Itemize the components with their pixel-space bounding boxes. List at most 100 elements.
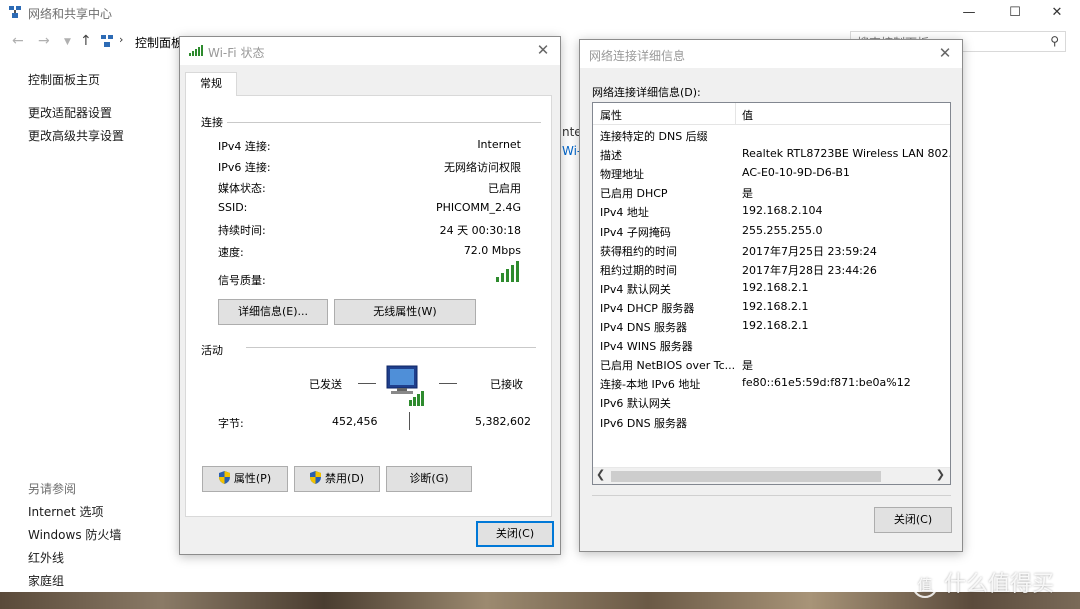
details-row-value: 192.168.2.1 xyxy=(742,299,809,313)
details-row[interactable]: IPv4 DNS 服务器 192.168.2.1 xyxy=(593,317,950,336)
close-icon[interactable]: ✕ xyxy=(936,44,954,62)
details-row[interactable]: IPv4 地址 192.168.2.104 xyxy=(593,202,950,221)
details-row-value: 2017年7月25日 23:59:24 xyxy=(742,244,877,258)
details-row[interactable]: 已启用 NetBIOS over Tc... 是 xyxy=(593,355,950,374)
details-row[interactable]: IPv6 默认网关 xyxy=(593,393,950,412)
media-state-label: 媒体状态: xyxy=(218,182,266,195)
back-arrow-icon[interactable]: ← xyxy=(12,33,24,49)
details-row[interactable]: IPv4 子网掩码 255.255.255.0 xyxy=(593,222,950,241)
close-window-button[interactable]: ✕ xyxy=(1034,0,1080,26)
details-row-property: 已启用 NetBIOS over Tc... xyxy=(600,359,736,373)
horizontal-scrollbar[interactable]: ❮ ❯ xyxy=(593,467,950,484)
details-row-property: IPv4 子网掩码 xyxy=(600,225,671,239)
search-icon[interactable]: ⚲ xyxy=(1050,34,1059,48)
wireless-properties-button[interactable]: 无线属性(W) xyxy=(334,299,476,325)
details-row-property: IPv6 默认网关 xyxy=(600,397,671,411)
column-header-value[interactable]: 值 xyxy=(742,107,753,123)
connection-group-divider xyxy=(201,122,541,123)
sidebar-link-advanced-sharing[interactable]: 更改高级共享设置 xyxy=(28,127,124,144)
details-row-value: fe80::61e5:59d:f871:be0a%12 xyxy=(742,376,911,390)
details-row-value: 是 xyxy=(742,359,753,373)
bytes-received-value: 5,382,602 xyxy=(475,415,531,428)
recent-locations-chevron-icon[interactable]: ▼ xyxy=(64,37,71,47)
dialog-separator xyxy=(592,495,951,496)
properties-button[interactable]: 属性(P) xyxy=(202,466,288,492)
signal-bar xyxy=(511,265,514,282)
see-also-infrared[interactable]: 红外线 xyxy=(28,549,64,566)
details-row[interactable]: 租约过期的时间 2017年7月28日 23:44:26 xyxy=(593,260,950,279)
ipv6-connectivity-value: 无网络访问权限 xyxy=(444,161,521,174)
sidebar-link-control-panel-home[interactable]: 控制面板主页 xyxy=(28,71,100,88)
details-row-value: 192.168.2.104 xyxy=(742,204,823,218)
column-divider[interactable] xyxy=(735,103,736,125)
see-also-windows-firewall[interactable]: Windows 防火墙 xyxy=(28,526,121,543)
sidebar-link-change-adapter[interactable]: 更改适配器设置 xyxy=(28,104,112,121)
details-row[interactable]: 物理地址 AC-E0-10-9D-D6-B1 xyxy=(593,164,950,183)
forward-arrow-icon[interactable]: → xyxy=(38,33,50,49)
details-row[interactable]: 描述 Realtek RTL8723BE Wireless LAN 802.11 xyxy=(593,145,950,164)
details-row-value: 192.168.2.1 xyxy=(742,319,809,332)
breadcrumb[interactable]: 控制面板 xyxy=(135,34,183,51)
up-arrow-icon[interactable]: ↑ xyxy=(80,33,92,49)
details-row-property: IPv6 DNS 服务器 xyxy=(600,416,688,430)
ipv6-connectivity-label: IPv6 连接: xyxy=(218,161,271,174)
signal-quality-label: 信号质量: xyxy=(218,274,266,287)
details-caption: 网络连接详细信息(D): xyxy=(592,86,701,99)
close-button[interactable]: 关闭(C) xyxy=(476,521,554,547)
details-row-property: IPv4 地址 xyxy=(600,206,649,220)
scroll-thumb[interactable] xyxy=(611,471,881,482)
details-row[interactable]: 连接-本地 IPv6 地址 fe80::61e5:59d:f871:be0a%12 xyxy=(593,374,950,393)
bytes-label: 字节: xyxy=(218,417,244,430)
tab-general[interactable]: 常规 xyxy=(185,72,237,96)
ssid-label: SSID: xyxy=(218,201,248,214)
details-row[interactable]: 连接特定的 DNS 后缀 xyxy=(593,126,950,145)
disable-button-label: 禁用(D) xyxy=(324,472,365,485)
address-bar[interactable]: › 控制面板 xyxy=(97,31,185,53)
details-row[interactable]: IPv4 默认网关 192.168.2.1 xyxy=(593,279,950,298)
activity-group-label: 活动 xyxy=(201,342,227,358)
received-dash xyxy=(439,383,457,384)
scroll-right-arrow-icon[interactable]: ❯ xyxy=(936,468,945,481)
details-row[interactable]: IPv4 DHCP 服务器 192.168.2.1 xyxy=(593,298,950,317)
diagnose-button[interactable]: 诊断(G) xyxy=(386,466,472,492)
scroll-left-arrow-icon[interactable]: ❮ xyxy=(596,468,605,481)
details-row[interactable]: IPv4 WINS 服务器 xyxy=(593,336,950,355)
signal-bar xyxy=(501,273,504,282)
details-row[interactable]: IPv6 DNS 服务器 xyxy=(593,413,950,432)
activity-group-divider xyxy=(246,347,536,348)
dialog-title: 网络连接详细信息 xyxy=(589,49,686,63)
column-header-property[interactable]: 属性 xyxy=(600,107,622,123)
wifi-status-dialog: Wi-Fi 状态 ✕ 常规 连接 IPv4 连接: Internet IPv6 … xyxy=(179,36,561,555)
details-row-value: 是 xyxy=(742,187,753,201)
wifi-signal-icon xyxy=(189,45,203,56)
details-row-value: 255.255.255.0 xyxy=(742,223,823,237)
site-watermark: 值什么值得买 xyxy=(912,566,1054,598)
details-row-property: 物理地址 xyxy=(600,168,644,182)
details-row[interactable]: 已启用 DHCP 是 xyxy=(593,183,950,202)
signal-strength-icon xyxy=(496,261,519,282)
close-icon[interactable]: ✕ xyxy=(534,41,552,59)
title-bar: 网络和共享中心 — ☐ ✕ xyxy=(0,0,1080,26)
properties-button-label: 属性(P) xyxy=(233,472,272,485)
signal-bar xyxy=(516,261,519,282)
disable-button[interactable]: 禁用(D) xyxy=(294,466,380,492)
see-also-internet-options[interactable]: Internet 选项 xyxy=(28,503,103,520)
details-row-property: 已启用 DHCP xyxy=(600,187,668,201)
minimize-button[interactable]: — xyxy=(946,0,992,26)
general-tab-panel: 连接 IPv4 连接: Internet IPv6 连接: 无网络访问权限 媒体… xyxy=(185,95,552,517)
details-row-property: 租约过期的时间 xyxy=(600,263,677,277)
details-list[interactable]: 属性 值 连接特定的 DNS 后缀 描述 Realtek RTL8723BE Wir… xyxy=(592,102,951,485)
details-row-property: IPv4 DNS 服务器 xyxy=(600,321,688,334)
received-label: 已接收 xyxy=(490,378,523,391)
maximize-button[interactable]: ☐ xyxy=(992,0,1038,26)
details-row-property: IPv4 DHCP 服务器 xyxy=(600,301,695,315)
speed-label: 速度: xyxy=(218,246,244,259)
watermark-text: 什么值得买 xyxy=(944,572,1055,597)
see-also-homegroup[interactable]: 家庭组 xyxy=(28,572,64,589)
details-row[interactable]: 获得租约的时间 2017年7月25日 23:59:24 xyxy=(593,241,950,260)
close-button[interactable]: 关闭(C) xyxy=(874,507,952,533)
dialog-title-bar: Wi-Fi 状态 ✕ xyxy=(180,37,560,65)
signal-bar xyxy=(506,269,509,282)
details-row-property: IPv4 WINS 服务器 xyxy=(600,340,693,354)
details-button[interactable]: 详细信息(E)... xyxy=(218,299,328,325)
